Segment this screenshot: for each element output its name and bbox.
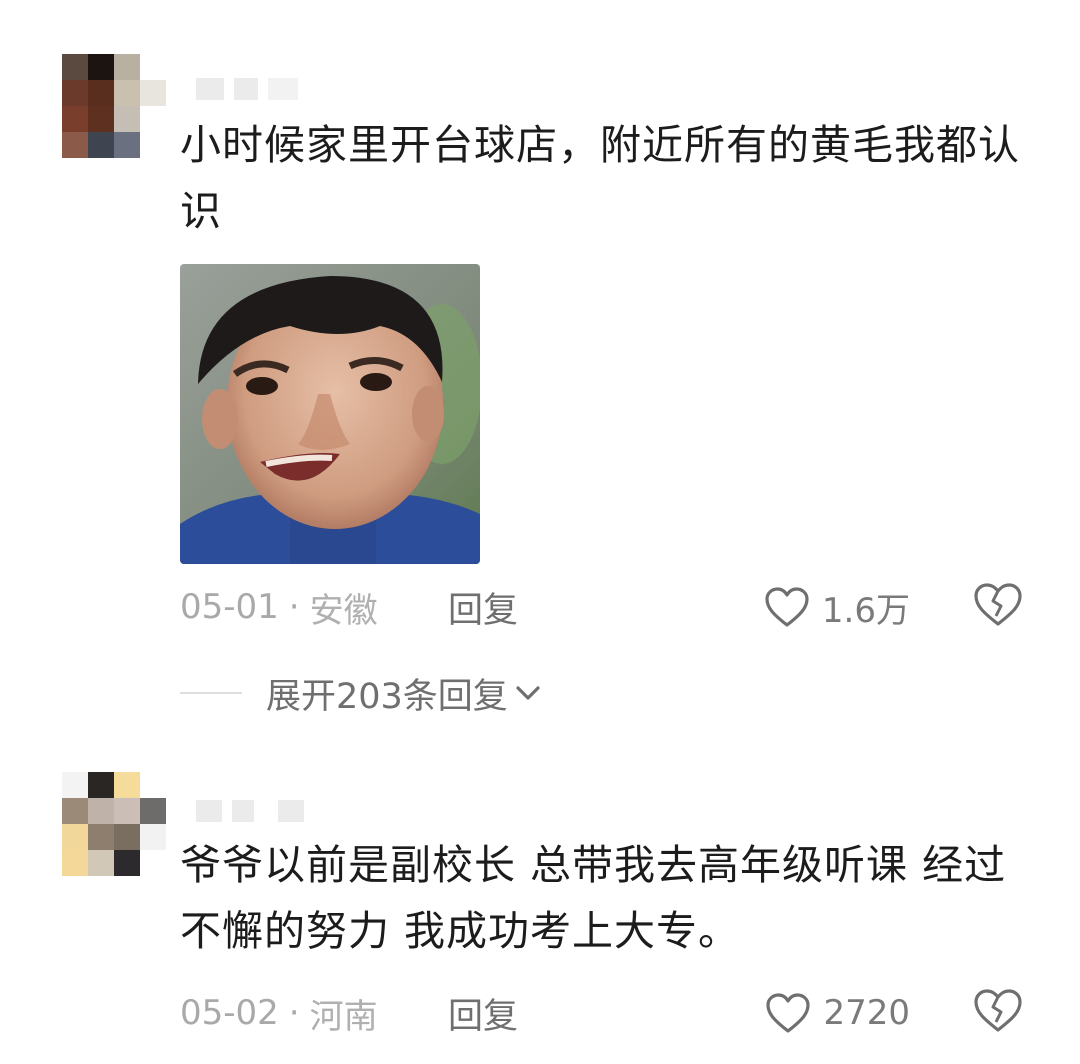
comment-date: 05-01 [180,587,279,627]
like-count: 1.6万 [821,590,910,631]
divider-line [180,692,242,694]
comment-meta: 05-01 · 安徽 回复 [180,582,518,632]
username-blurred[interactable] [196,78,298,100]
comment-date: 05-02 [180,993,279,1033]
broken-heart-icon [974,583,1022,626]
expand-replies[interactable]: 展开203条回复 [180,668,542,718]
username-blurred[interactable] [196,800,304,822]
avatar[interactable] [62,772,166,876]
like-button[interactable]: 1.6万 [764,582,910,632]
meta-separator: · [288,993,300,1033]
reply-button[interactable]: 回复 [448,582,518,633]
comment-location: 河南 [309,996,378,1037]
heart-outline-icon [765,587,809,627]
comment-text: 爷爷以前是副校长 总带我去高年级听课 经过不懈的努力 我成功考上大专。 [180,841,1007,955]
comment-image[interactable] [180,264,480,564]
comment-location: 安徽 [309,590,378,631]
chevron-down-icon [516,686,540,700]
avatar[interactable] [62,54,166,158]
comment-meta: 05-02 · 河南 回复 [180,988,518,1038]
broken-heart-icon [974,989,1022,1032]
reply-button[interactable]: 回复 [448,988,518,1039]
comment-item: 小时候家里开台球店，附近所有的黄毛我都认识 05-01 · 安徽 回复 1.6万… [0,0,1080,740]
dislike-button[interactable] [972,582,1024,632]
meta-separator: · [288,587,300,627]
like-count: 2720 [823,993,910,1033]
comment-image-face [180,264,480,564]
heart-outline-icon [766,993,811,1033]
comment-item: 爷爷以前是副校长 总带我去高年级听课 经过不懈的努力 我成功考上大专。 05-0… [0,740,1080,1064]
expand-replies-label: 展开203条回复 [266,676,508,717]
dislike-button[interactable] [972,988,1024,1038]
like-button[interactable]: 2720 [765,988,910,1038]
comment-text: 小时候家里开台球店，附近所有的黄毛我都认识 [180,121,1020,235]
